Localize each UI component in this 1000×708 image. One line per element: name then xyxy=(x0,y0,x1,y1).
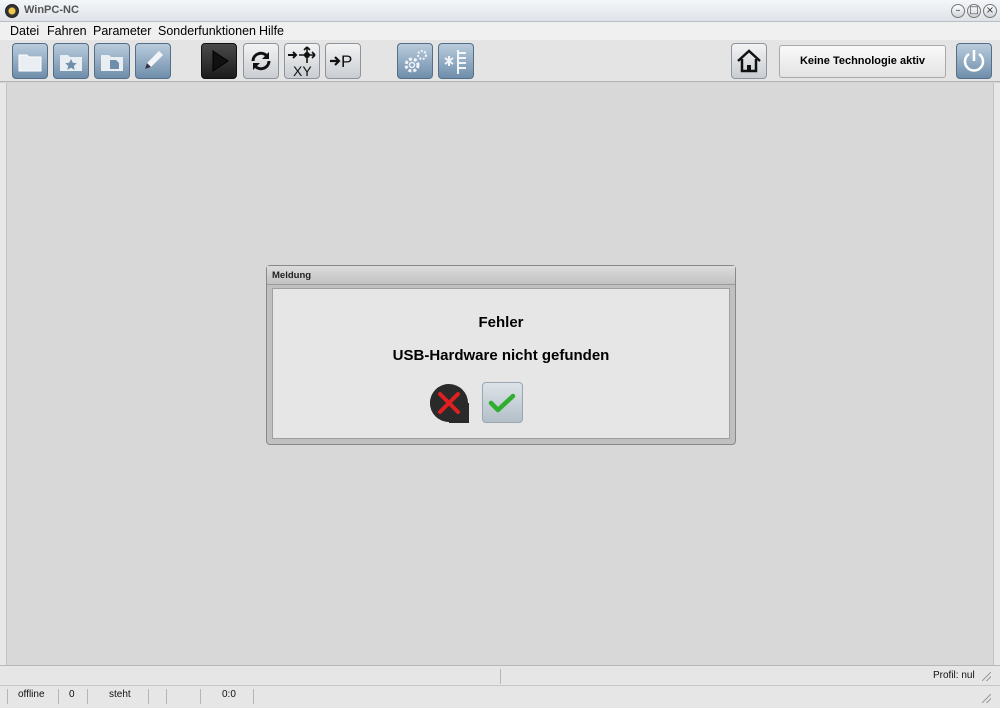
home-icon xyxy=(737,49,761,73)
menu-parameter[interactable]: Parameter xyxy=(93,24,151,38)
refresh-icon xyxy=(251,51,271,71)
resize-grip-icon[interactable] xyxy=(982,694,991,703)
favorite-folder-icon xyxy=(60,55,82,71)
settings-gears-icon xyxy=(404,50,427,73)
cancel-x-icon xyxy=(430,384,469,423)
move-park-button[interactable]: P xyxy=(325,43,361,79)
dialog-message: USB-Hardware nicht gefunden xyxy=(392,347,610,364)
position-status: 0:0 xyxy=(222,689,236,700)
home-button[interactable] xyxy=(731,43,767,79)
technology-button[interactable]: Keine Technologie aktiv xyxy=(779,45,946,78)
dialog-heading: Fehler xyxy=(478,314,524,331)
dialog-title-bar[interactable]: Meldung xyxy=(267,266,735,285)
move-xy-icon: XY xyxy=(288,46,316,78)
minimize-button[interactable]: – xyxy=(951,4,965,18)
status-bar-top: Profil: nul xyxy=(0,665,1000,685)
dialog-body: Fehler USB-Hardware nicht gefunden xyxy=(272,288,730,439)
move-park-label: P xyxy=(341,52,352,71)
maximize-button[interactable]: □ xyxy=(967,4,981,18)
pencil-icon xyxy=(145,51,163,69)
open-folder-icon xyxy=(18,54,42,72)
menu-hilfe[interactable]: Hilfe xyxy=(259,24,284,38)
repeat-button[interactable] xyxy=(243,43,279,79)
move-park-icon: P xyxy=(330,52,352,71)
favorites-button[interactable] xyxy=(53,43,89,79)
menu-datei[interactable]: Datei xyxy=(10,24,39,38)
power-button[interactable] xyxy=(956,43,992,79)
recent-file-button[interactable] xyxy=(94,43,130,79)
message-dialog: Meldung Fehler USB-Hardware nicht gefund… xyxy=(266,265,736,445)
move-xy-button[interactable]: XY xyxy=(284,43,320,79)
settings-button[interactable] xyxy=(397,43,433,79)
menu-bar: Datei Fahren Parameter Sonderfunktionen … xyxy=(0,22,1000,40)
menu-fahren[interactable]: Fahren xyxy=(47,24,87,38)
ok-button[interactable] xyxy=(482,382,523,423)
title-bar xyxy=(0,0,1000,22)
open-file-button[interactable] xyxy=(12,43,48,79)
window-title: WinPC-NC xyxy=(24,4,79,16)
status-bar-bottom: offline 0 steht 0:0 xyxy=(0,685,1000,708)
start-button[interactable] xyxy=(201,43,237,79)
profile-status: Profil: nul xyxy=(933,670,975,681)
menu-sonderfunktionen[interactable]: Sonderfunktionen xyxy=(158,24,256,38)
dialog-title: Meldung xyxy=(272,270,312,281)
parameter-list-icon xyxy=(444,50,466,74)
app-logo-icon xyxy=(5,4,19,18)
file-folder-icon xyxy=(101,55,123,71)
power-icon xyxy=(963,50,985,72)
play-icon xyxy=(212,50,229,72)
parameters-button[interactable] xyxy=(438,43,474,79)
edit-button[interactable] xyxy=(135,43,171,79)
resize-grip-icon[interactable] xyxy=(982,672,991,681)
move-xy-label: XY xyxy=(293,63,312,78)
cancel-button[interactable] xyxy=(429,383,469,423)
right-edge xyxy=(994,83,1000,665)
connection-status: offline xyxy=(18,689,45,700)
machine-state: steht xyxy=(109,689,131,700)
count-status: 0 xyxy=(69,689,75,700)
close-button[interactable]: × xyxy=(983,4,997,18)
checkmark-icon xyxy=(488,393,516,413)
